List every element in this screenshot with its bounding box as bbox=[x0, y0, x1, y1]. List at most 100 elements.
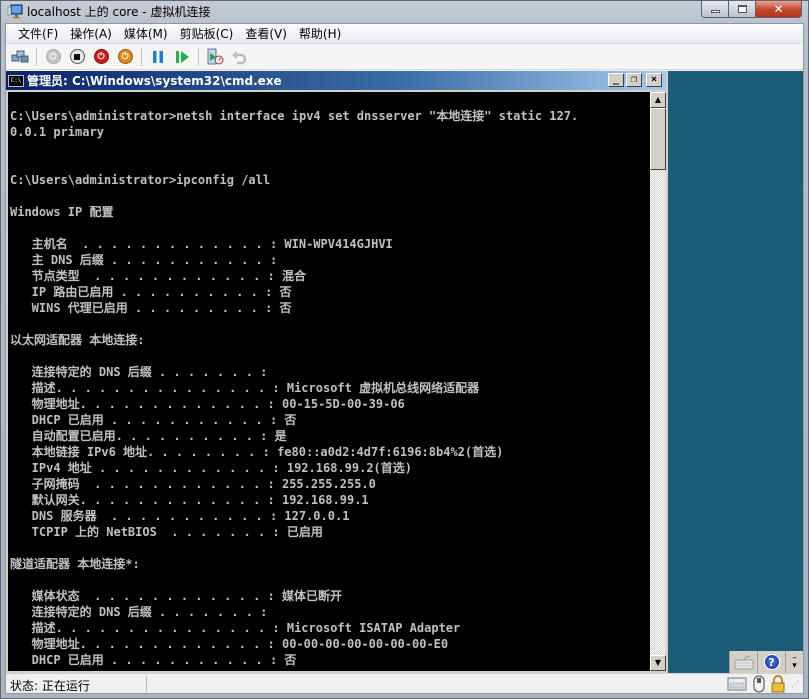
scroll-down-button[interactable]: ▼ bbox=[650, 655, 666, 671]
scroll-up-button[interactable]: ▲ bbox=[650, 92, 666, 108]
console-line: 节点类型 . . . . . . . . . . . . : 混合 bbox=[10, 269, 306, 283]
cmd-title-bar[interactable]: C:\ 管理员: C:\Windows\system32\cmd.exe _ ❐… bbox=[6, 71, 666, 90]
console-line: 物理地址. . . . . . . . . . . . . : 00-15-5D… bbox=[10, 397, 405, 411]
client-area: 文件(F) 操作(A) 媒体(M) 剪贴板(C) 查看(V) 帮助(H) ⏻ ⏻… bbox=[5, 23, 804, 694]
console-line: 子网掩码 . . . . . . . . . . . . : 255.255.2… bbox=[10, 477, 376, 491]
vm-display[interactable]: C:\ 管理员: C:\Windows\system32\cmd.exe _ ❐… bbox=[6, 71, 803, 673]
console-line: DHCP 已启用 . . . . . . . . . . . : 否 bbox=[10, 413, 297, 427]
help-button[interactable]: ? bbox=[757, 651, 785, 673]
console-line: 连接特定的 DNS 后缀 . . . . . . . : bbox=[10, 605, 268, 619]
save-icon: ⏻ bbox=[117, 49, 133, 64]
minimize-icon bbox=[710, 10, 720, 13]
console-line: Windows IP 配置 bbox=[10, 205, 114, 219]
minimize-icon: _ bbox=[612, 74, 620, 85]
close-button[interactable]: ✕ bbox=[756, 1, 802, 18]
console-line: IP 路由已启用 . . . . . . . . . . : 否 bbox=[10, 285, 292, 299]
shutdown-button[interactable]: ⏻ bbox=[91, 47, 111, 67]
resume-icon bbox=[176, 50, 189, 63]
title-bar[interactable]: localhost 上的 core - 虚拟机连接 ✕ bbox=[1, 1, 808, 23]
console-output[interactable]: C:\Users\administrator>netsh interface i… bbox=[8, 92, 650, 671]
console-line: 主 DNS 后缀 . . . . . . . . . . . : bbox=[10, 253, 278, 267]
maximize-icon bbox=[737, 5, 747, 13]
cmd-minimize-button[interactable]: _ bbox=[608, 73, 624, 87]
close-icon: ✕ bbox=[773, 2, 784, 16]
console-line: 物理地址. . . . . . . . . . . . . : 00-00-00… bbox=[10, 637, 449, 651]
arrow-up-icon: ▲ bbox=[654, 95, 662, 104]
cmd-icon: C:\ bbox=[8, 74, 24, 87]
console-line: 描述. . . . . . . . . . . . . . . : Micros… bbox=[10, 621, 461, 635]
more-button[interactable]: – ▾ bbox=[785, 651, 803, 673]
save-button[interactable]: ⏻ bbox=[115, 47, 135, 67]
revert-icon bbox=[232, 50, 247, 64]
status-text: 状态: 正在运行 bbox=[10, 679, 90, 693]
scroll-thumb[interactable] bbox=[650, 108, 666, 170]
pause-button[interactable] bbox=[148, 47, 168, 67]
console-line: 以太网适配器 本地连接: bbox=[10, 333, 145, 347]
window-title: localhost 上的 core - 虚拟机连接 bbox=[27, 5, 211, 19]
cmd-close-button[interactable]: × bbox=[646, 73, 662, 87]
minimize-button[interactable] bbox=[701, 1, 729, 18]
console-line: 默认网关. . . . . . . . . . . . . : 192.168.… bbox=[10, 493, 369, 507]
mouse-status-icon bbox=[753, 675, 765, 693]
console-line: C:\Users\administrator>ipconfig /all bbox=[10, 173, 271, 187]
more-icon: – ▾ bbox=[792, 653, 797, 671]
console-line: 0.0.1 primary bbox=[10, 125, 104, 139]
console-line: DHCP 已启用 . . . . . . . . . . . : 否 bbox=[10, 653, 297, 667]
keyboard-status-icon bbox=[727, 677, 747, 691]
restore-icon: ❐ bbox=[630, 74, 638, 85]
toolbar-separator bbox=[198, 47, 199, 66]
help-icon: ? bbox=[763, 654, 780, 670]
console-text: C:\Users\administrator>netsh interface i… bbox=[10, 92, 578, 668]
toolbar: ⏻ ⏻ ⏻ bbox=[6, 44, 803, 70]
menu-action[interactable]: 操作(A) bbox=[64, 25, 118, 42]
shutdown-icon: ⏻ bbox=[93, 49, 109, 64]
start-icon: ⏻ bbox=[45, 49, 61, 64]
maximize-button[interactable] bbox=[729, 1, 756, 18]
console-line: 媒体状态 . . . . . . . . . . . . : 媒体已断开 bbox=[10, 589, 342, 603]
ctrl-alt-del-icon bbox=[11, 50, 29, 62]
start-button[interactable]: ⏻ bbox=[43, 47, 63, 67]
vm-connection-icon bbox=[7, 4, 23, 19]
snapshot-button[interactable] bbox=[205, 47, 225, 67]
ctrl-alt-del-button[interactable] bbox=[10, 47, 30, 67]
menu-clipboard[interactable]: 剪贴板(C) bbox=[174, 25, 240, 42]
close-icon: × bbox=[650, 74, 658, 85]
toolbar-separator bbox=[36, 47, 37, 66]
console-line: WINS 代理已启用 . . . . . . . . . : 否 bbox=[10, 301, 292, 315]
lock-icon bbox=[771, 675, 785, 693]
console-line: IPv4 地址 . . . . . . . . . . . . : 192.16… bbox=[10, 461, 413, 475]
vm-tools-bar: ? – ▾ bbox=[729, 651, 803, 673]
arrow-down-icon: ▼ bbox=[654, 658, 662, 667]
cmd-scrollbar[interactable]: ▲ ▼ bbox=[650, 92, 666, 671]
turn-off-icon bbox=[69, 49, 85, 64]
turn-off-button[interactable] bbox=[67, 47, 87, 67]
menu-view[interactable]: 查看(V) bbox=[239, 25, 293, 42]
revert-button[interactable] bbox=[229, 47, 249, 67]
console-line: C:\Users\administrator>netsh interface i… bbox=[10, 109, 579, 123]
vm-connection-window: localhost 上的 core - 虚拟机连接 ✕ 文件(F) 操作(A) … bbox=[0, 0, 809, 699]
cmd-restore-button[interactable]: ❐ bbox=[626, 73, 642, 87]
snapshot-icon bbox=[207, 48, 224, 64]
keyboard-icon bbox=[734, 655, 753, 670]
pause-icon bbox=[153, 50, 163, 63]
resize-grip-icon[interactable]: ⋰ bbox=[791, 680, 799, 689]
console-line: 主机名 . . . . . . . . . . . . . : WIN-WPV4… bbox=[10, 237, 393, 251]
cmd-title: 管理员: C:\Windows\system32\cmd.exe bbox=[27, 74, 282, 88]
menu-bar: 文件(F) 操作(A) 媒体(M) 剪贴板(C) 查看(V) 帮助(H) bbox=[6, 24, 803, 44]
menu-help[interactable]: 帮助(H) bbox=[293, 25, 347, 42]
console-line: 连接特定的 DNS 后缀 . . . . . . . : bbox=[10, 365, 268, 379]
toolbar-separator bbox=[141, 47, 142, 66]
resume-button[interactable] bbox=[172, 47, 192, 67]
console-line: TCPIP 上的 NetBIOS . . . . . . . : 已启用 bbox=[10, 525, 323, 539]
keyboard-button[interactable] bbox=[729, 651, 757, 673]
menu-file[interactable]: 文件(F) bbox=[12, 25, 64, 42]
menu-media[interactable]: 媒体(M) bbox=[118, 25, 174, 42]
